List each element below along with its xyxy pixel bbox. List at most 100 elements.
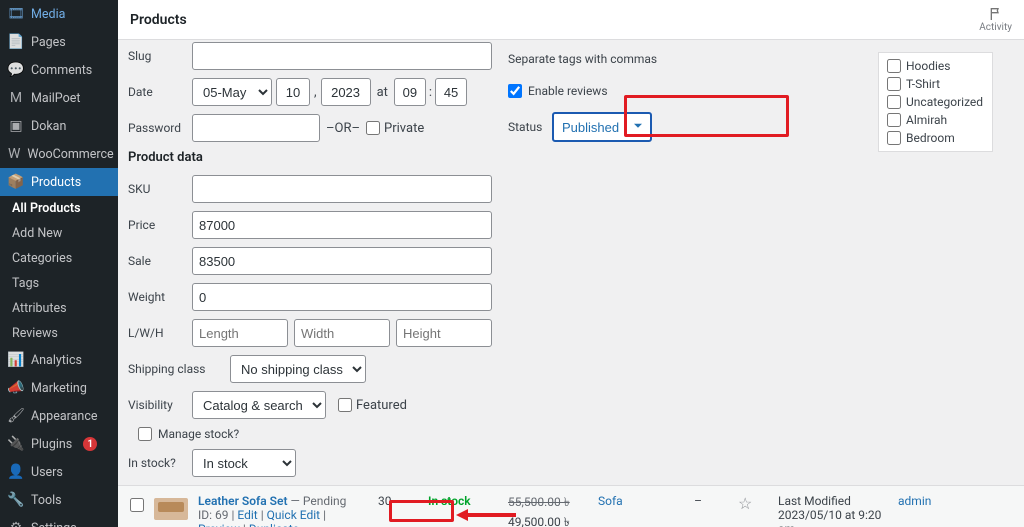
analytics-icon: 📊	[8, 352, 24, 368]
marketing-icon: 📣	[8, 380, 24, 396]
instock-label: In stock?	[128, 456, 192, 470]
cat-hoodies[interactable]: Hoodies	[887, 59, 984, 73]
instock-select[interactable]: In stock	[192, 449, 296, 477]
weight-label: Weight	[128, 290, 192, 304]
quick-edit-panel: Slug Date 05-May , at : Password	[118, 40, 1024, 527]
date-hour-input[interactable]	[394, 78, 426, 106]
cat-tshirt-checkbox[interactable]	[887, 77, 901, 91]
price-input[interactable]	[192, 211, 492, 239]
manage-stock-label: Manage stock?	[158, 427, 239, 441]
product-id: ID: 69	[198, 508, 229, 522]
weight-input[interactable]	[192, 283, 492, 311]
product-inline-status: — Pending	[290, 494, 346, 508]
product-tags: –	[668, 494, 728, 508]
sidebar-item-label: MailPoet	[31, 91, 80, 106]
sidebar-item-label: Comments	[31, 63, 92, 78]
shipping-class-select[interactable]: No shipping class	[230, 355, 366, 383]
product-thumbnail[interactable]	[154, 498, 188, 520]
cat-uncategorized[interactable]: Uncategorized	[887, 95, 984, 109]
quick-edit-right: Hoodies T-Shirt Uncategorized Almirah Be…	[878, 40, 1003, 152]
cat-uncategorized-checkbox[interactable]	[887, 95, 901, 109]
product-price-new: 49,500.00 ৳	[508, 514, 588, 527]
sidebar-item-analytics[interactable]: 📊 Analytics	[0, 346, 118, 374]
cat-almirah-checkbox[interactable]	[887, 113, 901, 127]
sidebar-item-marketing[interactable]: 📣 Marketing	[0, 374, 118, 402]
date-day-input[interactable]	[276, 78, 310, 106]
quick-edit-link[interactable]: Quick Edit	[267, 508, 320, 522]
tools-icon: 🔧	[8, 492, 24, 508]
sidebar-item-label: WooCommerce	[27, 147, 113, 162]
dokan-icon: ▣	[8, 118, 24, 134]
product-data-heading: Product data	[128, 150, 498, 165]
product-category-link[interactable]: Sofa	[598, 494, 623, 508]
sku-input[interactable]	[192, 175, 492, 203]
sidebar-item-label: Analytics	[31, 353, 82, 368]
private-checkbox[interactable]	[366, 121, 380, 135]
sidebar-sub-attributes[interactable]: Attributes	[0, 296, 118, 321]
duplicate-link[interactable]: Duplicate	[249, 522, 299, 527]
sidebar-item-comments[interactable]: 💬 Comments	[0, 56, 118, 84]
product-title-link[interactable]: Leather Sofa Set	[198, 494, 288, 508]
products-icon: 📦	[8, 174, 24, 190]
product-price-old: 55,500.00 ৳	[508, 494, 588, 514]
sidebar-item-pages[interactable]: 📄 Pages	[0, 28, 118, 56]
sidebar-sub-all-products[interactable]: All Products	[0, 196, 118, 221]
admin-sidebar: 🎞 Media 📄 Pages 💬 Comments M MailPoet ▣ …	[0, 0, 118, 527]
appearance-icon: 🖌	[8, 408, 24, 424]
sidebar-item-products[interactable]: 📦 Products	[0, 168, 118, 196]
lwh-label: L/W/H	[128, 326, 192, 340]
product-stock: In stock	[428, 494, 498, 508]
sidebar-item-woocommerce[interactable]: W WooCommerce	[0, 140, 118, 168]
cat-almirah[interactable]: Almirah	[887, 113, 984, 127]
sidebar-item-mailpoet[interactable]: M MailPoet	[0, 84, 118, 112]
sidebar-item-dokan[interactable]: ▣ Dokan	[0, 112, 118, 140]
enable-reviews-checkbox[interactable]	[508, 84, 522, 98]
sidebar-item-users[interactable]: 👤 Users	[0, 458, 118, 486]
edit-link[interactable]: Edit	[237, 508, 257, 522]
sidebar-item-settings[interactable]: ⚙ Settings	[0, 514, 118, 527]
content: Slug Date 05-May , at : Password	[118, 40, 1024, 527]
plugins-badge: 1	[83, 437, 97, 451]
length-input[interactable]	[192, 319, 288, 347]
sidebar-item-label: Media	[31, 7, 65, 22]
width-input[interactable]	[294, 319, 390, 347]
manage-stock-checkbox[interactable]	[138, 427, 152, 441]
product-qty: 30	[378, 494, 418, 508]
sidebar-item-label: Marketing	[31, 381, 87, 396]
product-author-link[interactable]: admin	[898, 494, 931, 508]
sidebar-item-label: Pages	[31, 35, 66, 50]
activity-button[interactable]: Activity	[979, 6, 1012, 33]
sidebar-sub-add-new[interactable]: Add New	[0, 221, 118, 246]
height-input[interactable]	[396, 319, 492, 347]
visibility-select[interactable]: Catalog & search	[192, 391, 326, 419]
slug-input[interactable]	[192, 42, 492, 70]
sidebar-sub-tags[interactable]: Tags	[0, 271, 118, 296]
category-box: Hoodies T-Shirt Uncategorized Almirah Be…	[878, 52, 993, 152]
cat-hoodies-checkbox[interactable]	[887, 59, 901, 73]
tags-hint: Separate tags with commas	[508, 52, 868, 66]
slug-label: Slug	[128, 49, 192, 63]
sidebar-sub-reviews[interactable]: Reviews	[0, 321, 118, 346]
private-label: Private	[384, 121, 424, 136]
date-month-select[interactable]: 05-May	[192, 78, 272, 106]
password-label: Password	[128, 121, 192, 135]
cat-bedroom[interactable]: Bedroom	[887, 131, 984, 145]
sidebar-item-media[interactable]: 🎞 Media	[0, 0, 118, 28]
status-select[interactable]: Published	[552, 112, 652, 142]
page-title: Products	[130, 12, 187, 28]
sidebar-item-appearance[interactable]: 🖌 Appearance	[0, 402, 118, 430]
featured-star[interactable]: ☆	[738, 494, 768, 513]
sidebar-item-tools[interactable]: 🔧 Tools	[0, 486, 118, 514]
featured-checkbox[interactable]	[338, 398, 352, 412]
preview-link[interactable]: Preview	[198, 522, 240, 527]
sale-input[interactable]	[192, 247, 492, 275]
cat-bedroom-checkbox[interactable]	[887, 131, 901, 145]
topbar: Products Activity	[118, 0, 1024, 40]
sidebar-sub-categories[interactable]: Categories	[0, 246, 118, 271]
password-input[interactable]	[192, 114, 320, 142]
cat-tshirt[interactable]: T-Shirt	[887, 77, 984, 91]
date-year-input[interactable]	[321, 78, 371, 106]
date-min-input[interactable]	[435, 78, 467, 106]
sidebar-item-plugins[interactable]: 🔌 Plugins 1	[0, 430, 118, 458]
row-checkbox[interactable]	[130, 498, 144, 512]
